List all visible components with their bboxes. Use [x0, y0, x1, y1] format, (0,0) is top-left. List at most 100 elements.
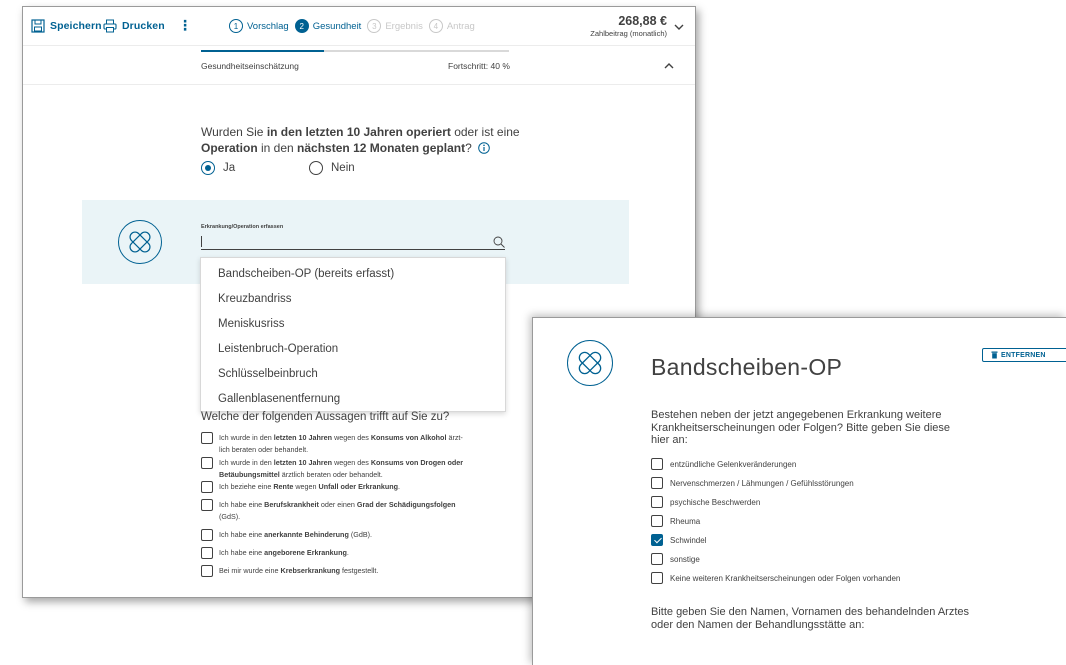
statement-text: Ich habe eine angeborene Erkrankung. — [219, 548, 349, 557]
save-icon — [31, 19, 45, 33]
more-menu-icon[interactable]: ⋮ — [178, 17, 192, 34]
trash-icon — [991, 351, 998, 359]
plaster-icon — [567, 340, 613, 386]
condition-detail-window: Bandscheiben-OP ENTFERNEN Bestehen neben… — [532, 317, 1066, 665]
dropdown-option[interactable]: Meniskusriss — [218, 318, 284, 330]
step-number: 3 — [367, 19, 382, 33]
search-icon[interactable] — [493, 236, 505, 248]
symptom-label: entzündliche Gelenkveränderungen — [670, 459, 797, 469]
step-label: Antrag — [446, 20, 475, 32]
symptom-label: Rheuma — [670, 516, 701, 526]
symptom-option[interactable]: Keine weiteren Krankheitserscheinungen o… — [651, 572, 900, 584]
checkbox[interactable] — [201, 457, 213, 469]
remove-label: ENTFERNEN — [1001, 351, 1046, 359]
surgery-question: Wurden Sie in den letzten 10 Jahren oper… — [201, 124, 531, 156]
statement-text: Ich habe eine anerkannte Behinderung (Gd… — [219, 530, 373, 539]
statement-alcohol[interactable]: Ich wurde in den letzten 10 Jahren wegen… — [201, 432, 463, 455]
checkbox[interactable] — [651, 496, 663, 508]
symptom-label: psychische Beschwerden — [670, 497, 761, 507]
dropdown-option[interactable]: Schlüsselbeinbruch — [218, 368, 318, 380]
stepper: 1 Vorschlag 2 Gesundheit 3 Ergebnis 4 An… — [229, 19, 475, 33]
doctor-name-question: Bitte geben Sie den Namen, Vornamen des … — [651, 606, 970, 631]
step-label: Ergebnis — [385, 20, 423, 32]
dropdown-option[interactable]: Leistenbruch-Operation — [218, 343, 338, 355]
checkbox[interactable] — [201, 499, 213, 511]
symptom-label: Schwindel — [670, 535, 707, 545]
question-text: Wurden Sie — [201, 125, 267, 139]
statement-text: Ich wurde in den letzten 10 Jahren wegen… — [219, 433, 463, 454]
statement-cancer[interactable]: Bei mir wurde eine Krebserkrankung festg… — [201, 565, 378, 577]
text-caret — [201, 236, 202, 247]
checkbox[interactable] — [201, 481, 213, 493]
statement-text: Ich habe eine Berufskrankheit oder einen… — [219, 500, 456, 521]
checkbox[interactable] — [651, 477, 663, 489]
checkbox-checked[interactable] — [651, 534, 663, 546]
plaster-icon — [118, 220, 162, 264]
symptom-option[interactable]: sonstige — [651, 553, 700, 565]
chevron-down-icon[interactable] — [673, 21, 685, 33]
checkbox[interactable] — [651, 458, 663, 470]
progress-track — [201, 50, 509, 52]
radio-yes[interactable]: Ja — [201, 161, 235, 175]
additional-symptoms-question: Bestehen neben der jetzt angegebenen Erk… — [651, 409, 951, 446]
step-gesundheit[interactable]: 2 Gesundheit — [294, 19, 362, 33]
suggestion-dropdown: Bandscheiben-OP (bereits erfasst) Kreuzb… — [200, 257, 506, 412]
progress-label: Gesundheitseinschätzung — [201, 61, 299, 71]
step-antrag: 4 Antrag — [428, 19, 475, 33]
symptom-option[interactable]: psychische Beschwerden — [651, 496, 760, 508]
statement-disability[interactable]: Ich habe eine anerkannte Behinderung (Gd… — [201, 529, 372, 541]
radio-button[interactable] — [309, 161, 323, 175]
print-icon — [103, 19, 117, 33]
step-ergebnis: 3 Ergebnis — [367, 19, 423, 33]
statements-question: Welche der folgenden Aussagen trifft auf… — [201, 411, 450, 423]
symptom-option[interactable]: Schwindel — [651, 534, 706, 546]
radio-no[interactable]: Nein — [309, 161, 355, 175]
radio-button[interactable] — [201, 161, 215, 175]
step-number: 2 — [294, 19, 309, 33]
checkbox[interactable] — [201, 432, 213, 444]
step-number: 4 — [428, 19, 443, 33]
save-label: Speichern — [50, 20, 102, 32]
remove-button[interactable]: ENTFERNEN — [982, 348, 1066, 362]
price-amount: 268,88 € — [618, 14, 667, 28]
print-button[interactable]: Drucken — [103, 19, 165, 33]
question-bold: in den letzten 10 Jahren operiert — [266, 125, 451, 139]
checkbox[interactable] — [651, 572, 663, 584]
monthly-price[interactable]: 268,88 € Zahlbeitrag (monatlich) — [590, 14, 667, 38]
symptom-option[interactable]: entzündliche Gelenkveränderungen — [651, 458, 796, 470]
step-label: Gesundheit — [312, 20, 362, 32]
statement-text: Bei mir wurde eine Krebserkrankung festg… — [219, 566, 379, 575]
symptom-option[interactable]: Nervenschmerzen / Lähmungen / Gefühlsstö… — [651, 477, 854, 489]
statement-text: Ich beziehe eine Rente wegen Unfall oder… — [219, 482, 401, 491]
save-button[interactable]: Speichern — [31, 19, 102, 33]
step-vorschlag[interactable]: 1 Vorschlag — [229, 19, 289, 33]
statement-congenital[interactable]: Ich habe eine angeborene Erkrankung. — [201, 547, 349, 559]
symptom-label: sonstige — [670, 554, 700, 564]
condition-title: Bandscheiben-OP — [651, 354, 843, 380]
dropdown-option[interactable]: Gallenblasenentfernung — [218, 393, 340, 405]
progress-fill — [201, 50, 325, 52]
symptom-option[interactable]: Rheuma — [651, 515, 700, 527]
statement-text: Ich wurde in den letzten 10 Jahren wegen… — [219, 458, 464, 479]
top-toolbar: Speichern Drucken ⋮ 1 Vorschlag 2 Gesund… — [23, 7, 695, 45]
dropdown-option[interactable]: Kreuzbandriss — [218, 293, 292, 305]
print-label: Drucken — [122, 20, 165, 32]
info-icon[interactable] — [478, 142, 490, 154]
statement-drugs[interactable]: Ich wurde in den letzten 10 Jahren wegen… — [201, 457, 463, 480]
question-text: in den — [257, 141, 298, 155]
checkbox[interactable] — [201, 529, 213, 541]
question-text: ? — [465, 141, 472, 155]
statement-occupational-disease[interactable]: Ich habe eine Berufskrankheit oder einen… — [201, 499, 456, 522]
symptom-label: Nervenschmerzen / Lähmungen / Gefühlsstö… — [670, 478, 854, 488]
search-input[interactable] — [201, 249, 505, 250]
checkbox[interactable] — [201, 547, 213, 559]
progress-percent: Fortschritt: 40 % — [448, 61, 510, 71]
checkbox[interactable] — [651, 515, 663, 527]
step-number: 1 — [229, 19, 243, 33]
chevron-up-icon[interactable] — [663, 60, 675, 72]
radio-label: Nein — [331, 162, 355, 174]
checkbox[interactable] — [651, 553, 663, 565]
statement-pension[interactable]: Ich beziehe eine Rente wegen Unfall oder… — [201, 481, 400, 493]
dropdown-option[interactable]: Bandscheiben-OP (bereits erfasst) — [218, 268, 394, 280]
checkbox[interactable] — [201, 565, 213, 577]
